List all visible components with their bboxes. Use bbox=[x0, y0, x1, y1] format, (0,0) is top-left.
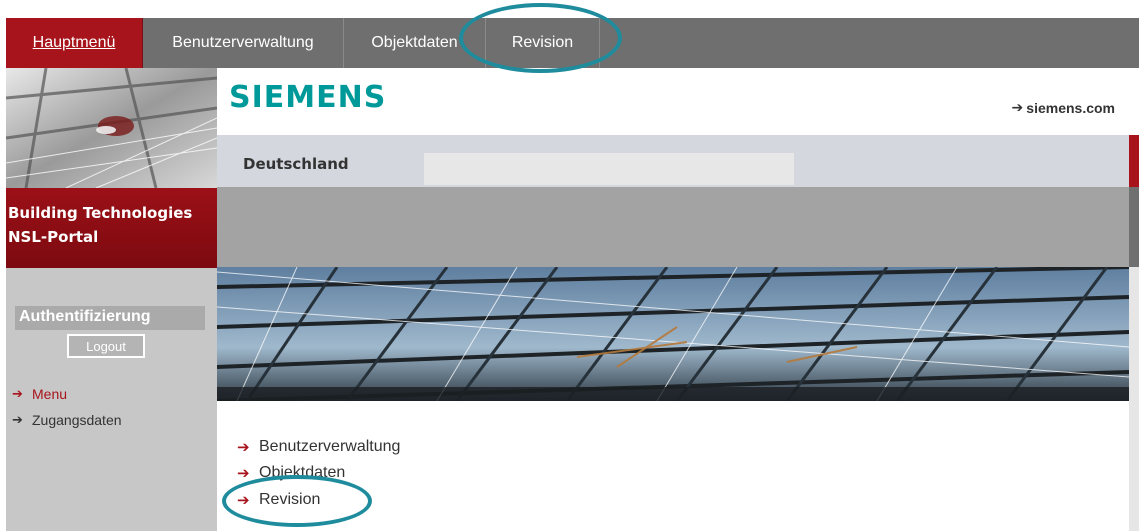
site-link-label: siemens.com bbox=[1026, 99, 1115, 116]
brand-line-2: NSL-Portal bbox=[8, 228, 99, 246]
main-link-revision[interactable]: ➔ Revision bbox=[237, 491, 320, 509]
tab-hauptmenu[interactable]: Hauptmenü bbox=[6, 18, 143, 68]
brand-line-1: Building Technologies bbox=[8, 204, 193, 222]
sidebar-item-label: Menu bbox=[32, 386, 68, 402]
siemens-logo[interactable]: SIEMENS bbox=[229, 80, 386, 115]
sidebar: Building Technologies NSL-Portal Authent… bbox=[6, 68, 217, 531]
arrow-right-icon: ➔ bbox=[1011, 99, 1024, 115]
arrow-right-icon: ➔ bbox=[237, 492, 250, 509]
tab-revision[interactable]: Revision bbox=[486, 18, 600, 68]
banner-image bbox=[217, 267, 1129, 401]
main-link-benutzerverwaltung[interactable]: ➔ Benutzerverwaltung bbox=[237, 438, 400, 456]
scrollbar-thumb[interactable] bbox=[1129, 187, 1139, 267]
arrow-right-icon: ➔ bbox=[237, 439, 250, 456]
header-gray-bar bbox=[217, 187, 1139, 267]
auth-header: Authentifizierung bbox=[15, 306, 205, 330]
country-search-field[interactable] bbox=[424, 153, 794, 185]
auth-title: Authentifizierung bbox=[19, 308, 151, 325]
tab-benutzerverwaltung[interactable]: Benutzerverwaltung bbox=[143, 18, 344, 68]
sidebar-header-image bbox=[6, 68, 217, 188]
arrow-right-icon: ➔ bbox=[237, 465, 250, 482]
main-link-label: Objektdaten bbox=[259, 464, 346, 481]
top-navigation: Hauptmenü Benutzerverwaltung Objektdaten… bbox=[0, 0, 1139, 68]
country-bar: Deutschland bbox=[217, 135, 1129, 187]
main-link-label: Benutzerverwaltung bbox=[259, 438, 401, 455]
scrollbar-track[interactable] bbox=[1129, 267, 1139, 531]
main-link-objektdaten[interactable]: ➔ Objektdaten bbox=[237, 464, 345, 482]
sidebar-item-zugangsdaten[interactable]: ➔ Zugangsdaten bbox=[12, 412, 122, 428]
arrow-right-icon: ➔ bbox=[12, 412, 23, 427]
brand-panel: Building Technologies NSL-Portal bbox=[6, 188, 217, 268]
sidebar-item-label: Zugangsdaten bbox=[32, 412, 122, 428]
country-label: Deutschland bbox=[243, 155, 349, 173]
logout-button[interactable]: Logout bbox=[67, 334, 145, 358]
tab-objektdaten[interactable]: Objektdaten bbox=[344, 18, 486, 68]
siemens-com-link[interactable]: ➔ siemens.com bbox=[1012, 99, 1115, 116]
top-nav-bar: Hauptmenü Benutzerverwaltung Objektdaten… bbox=[6, 18, 1139, 68]
arrow-right-icon: ➔ bbox=[12, 386, 23, 401]
sidebar-item-menu[interactable]: ➔ Menu bbox=[12, 386, 67, 402]
country-accent-tab bbox=[1129, 135, 1139, 187]
main-link-label: Revision bbox=[259, 491, 321, 508]
